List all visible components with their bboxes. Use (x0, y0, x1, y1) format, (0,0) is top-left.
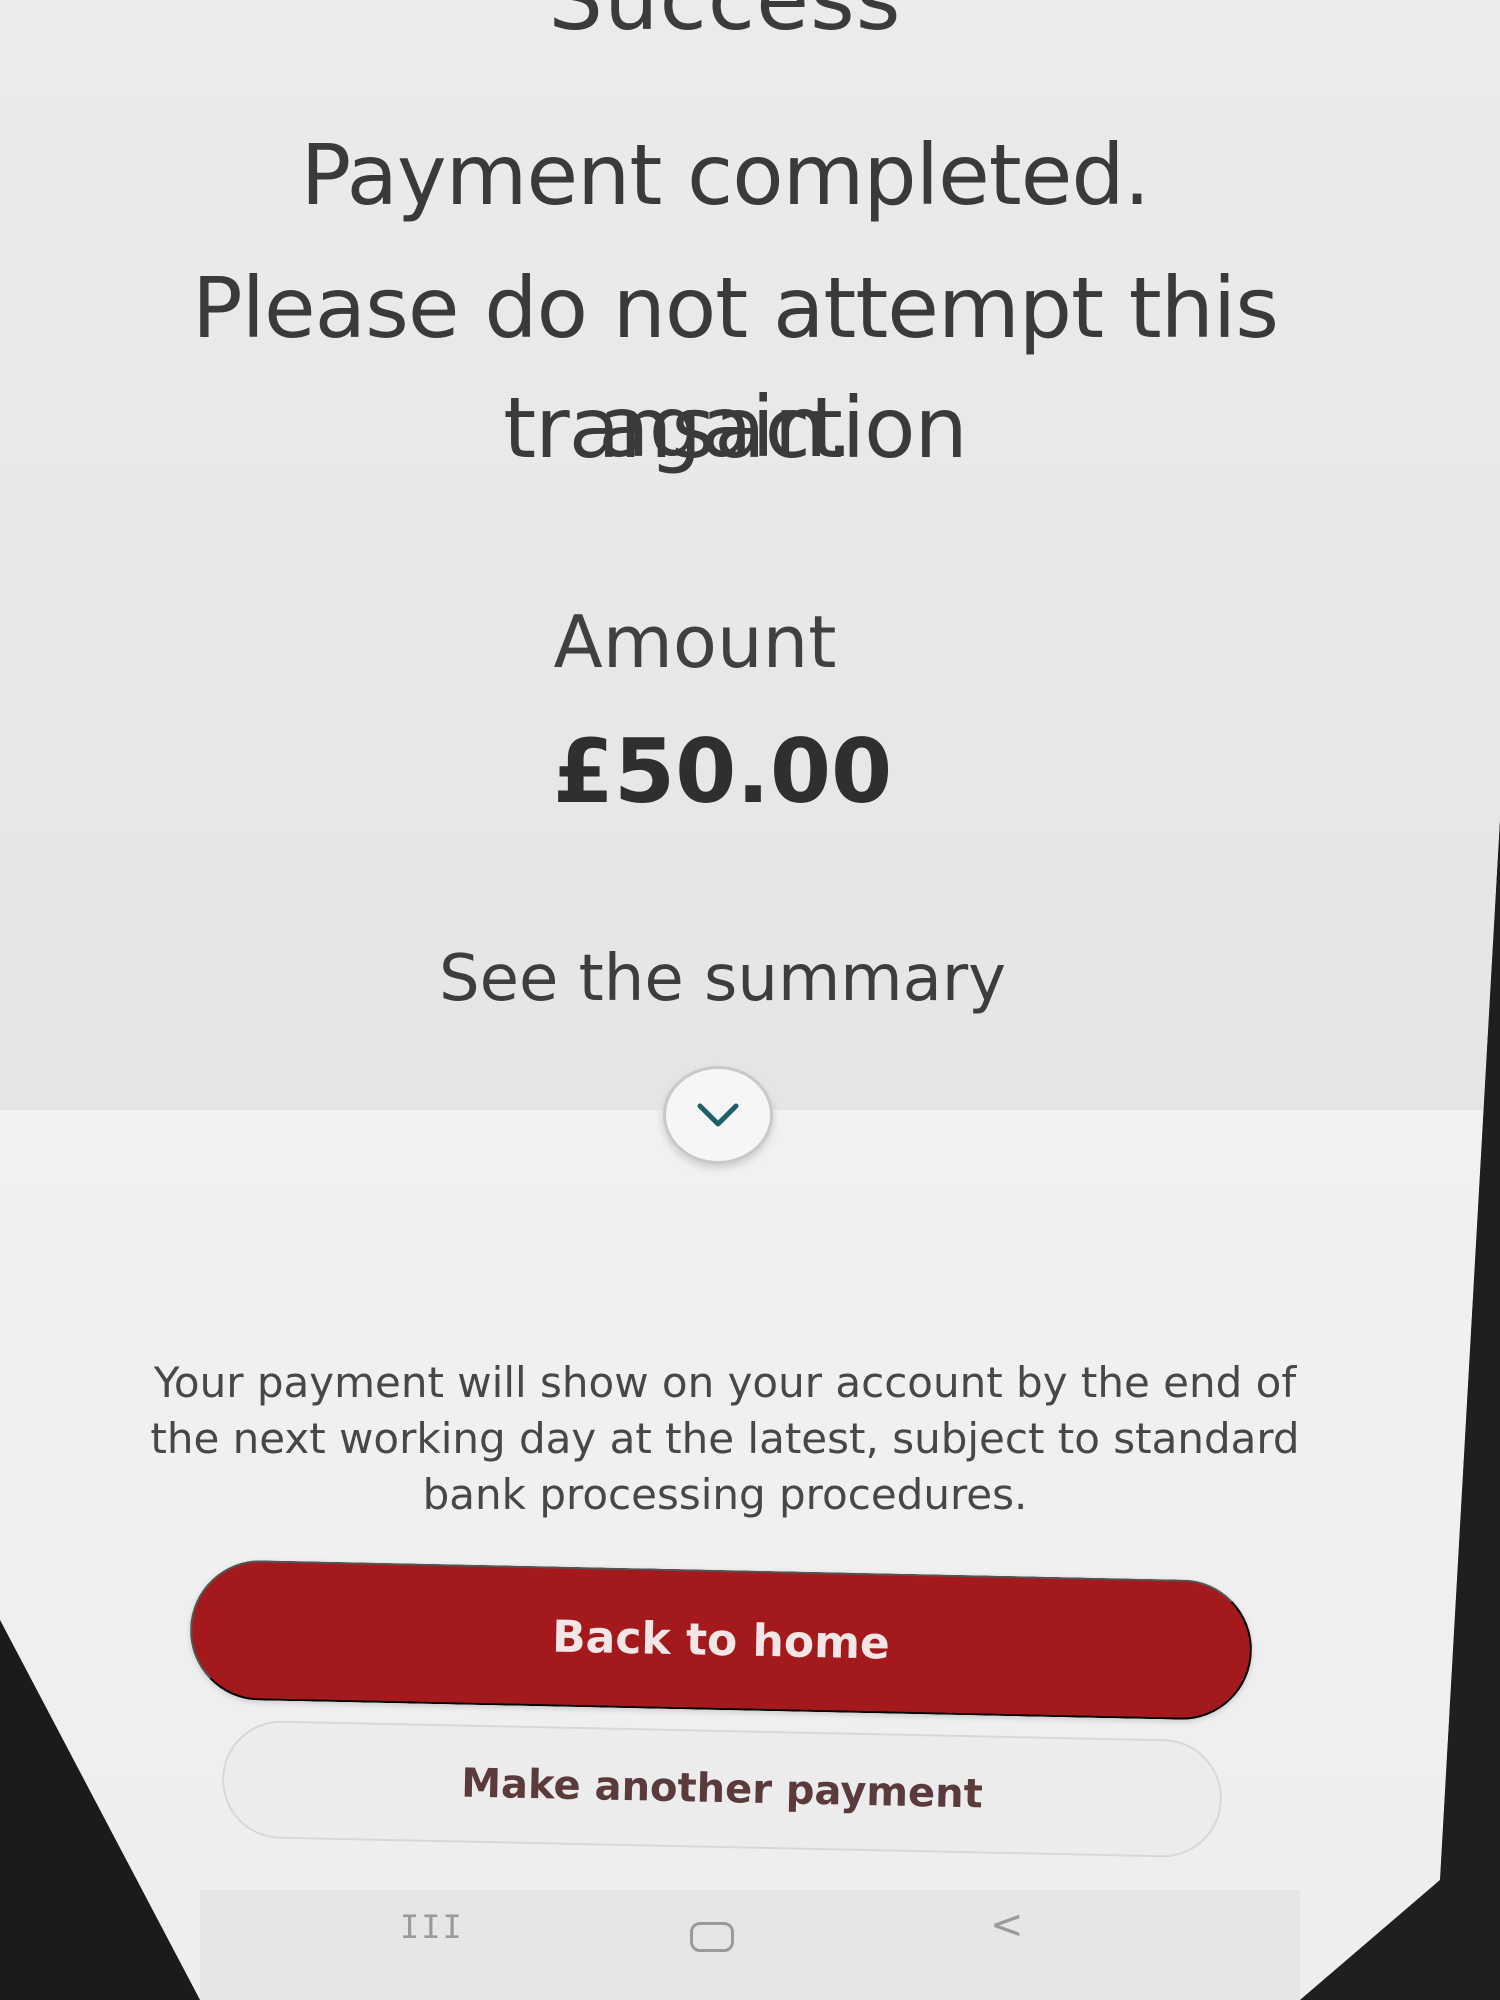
home-icon[interactable] (690, 1922, 734, 1952)
make-another-payment-button[interactable]: Make another payment (220, 1719, 1224, 1859)
actions-panel (0, 1110, 1500, 2000)
phone-scene: Success Payment completed. Please do not… (0, 0, 1500, 2000)
amount-label: Amount (553, 600, 837, 684)
summary-toggle-button[interactable] (663, 1066, 773, 1164)
processing-info-text: Your payment will show on your account b… (150, 1358, 1300, 1519)
back-to-home-button[interactable]: Back to home (188, 1558, 1254, 1722)
result-panel: Success Payment completed. Please do not… (0, 0, 1500, 1110)
see-summary-link[interactable]: See the summary (0, 942, 1445, 1016)
recent-apps-icon[interactable]: III (400, 1908, 464, 1946)
back-icon[interactable]: < (990, 1902, 1024, 1948)
confirmation-message-line-1: Payment completed. (300, 126, 1151, 224)
status-title: Success (548, 0, 902, 50)
confirmation-message-line-3: again. (598, 378, 853, 476)
chevron-down-icon (697, 1103, 739, 1127)
app-screen: Success Payment completed. Please do not… (0, 0, 1500, 2000)
amount-value: £50.00 (552, 720, 893, 823)
system-navigation-bar: III < (200, 1890, 1300, 2000)
